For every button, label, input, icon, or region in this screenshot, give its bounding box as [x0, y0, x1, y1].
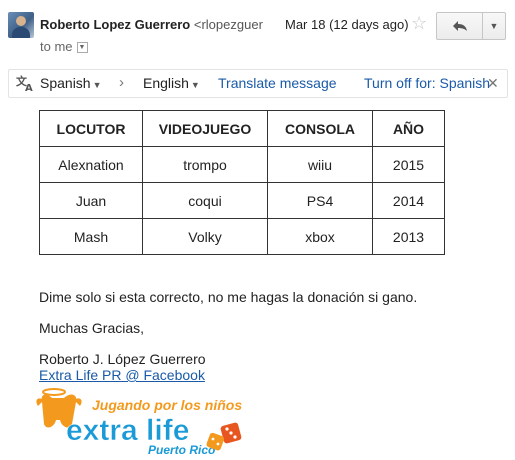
facebook-link[interactable]: Extra Life PR @ Facebook [39, 367, 205, 383]
reply-button[interactable] [437, 13, 483, 39]
recipient-text: to me [40, 39, 73, 54]
svg-text:A: A [25, 83, 33, 92]
table-cell: Mash [39, 218, 143, 255]
table-cell: PS4 [267, 182, 373, 219]
table-header-row: LOCUTOR VIDEOJUEGO CONSOLA AÑO [39, 110, 445, 147]
target-language-select[interactable]: English ▼ [143, 75, 200, 91]
sender-name[interactable]: Roberto Lopez Guerrero [40, 17, 190, 32]
table-cell: Alexnation [39, 146, 143, 183]
table-cell: xbox [267, 218, 373, 255]
star-icon[interactable]: ☆ [411, 13, 427, 33]
reply-button-group: ▼ [436, 12, 506, 40]
avatar[interactable] [8, 12, 34, 38]
translate-message-link[interactable]: Translate message [218, 75, 337, 91]
reply-icon [452, 21, 467, 31]
column-header: CONSOLA [267, 110, 373, 147]
chevron-right-icon: › [119, 74, 124, 91]
table-cell: 2015 [372, 146, 445, 183]
signature-name: Roberto J. López Guerrero [39, 351, 206, 367]
message-line: Dime solo si esta correcto, no me hagas … [39, 289, 418, 305]
close-icon[interactable]: ✕ [487, 75, 499, 92]
message-date: Mar 18 (12 days ago) [285, 17, 409, 32]
table-cell: Juan [39, 182, 143, 219]
avatar-head [16, 16, 26, 26]
column-header: AÑO [372, 110, 445, 147]
table-cell: Volky [142, 218, 268, 255]
message-line: Muchas Gracias, [39, 320, 145, 336]
table-cell: 2013 [372, 218, 445, 255]
table-row: Mash Volky xbox 2013 [39, 218, 445, 255]
logo-region: Puerto Rico [148, 443, 215, 457]
chevron-down-icon: ▼ [489, 21, 499, 31]
translate-icon: 文 A [15, 74, 35, 95]
avatar-body [12, 27, 30, 38]
target-language-label: English [143, 75, 189, 91]
table-row: Juan coqui PS4 2014 [39, 182, 445, 219]
recipient-details-toggle[interactable]: ▼ [76, 42, 88, 54]
column-header: LOCUTOR [39, 110, 143, 147]
more-button[interactable]: ▼ [483, 13, 505, 39]
table-row: Alexnation trompo wiiu 2015 [39, 146, 445, 183]
translate-bar: 文 A Spanish ▼ › English ▼ Translate messag… [8, 69, 508, 98]
table-cell: 2014 [372, 182, 445, 219]
extra-life-logo[interactable]: Jugando por los niños extra life Puerto … [36, 384, 246, 458]
table-cell: trompo [142, 146, 268, 183]
caret-down-icon: ▼ [190, 80, 200, 90]
recipient-line: to me ▼ [40, 39, 88, 54]
dice-icon [206, 422, 242, 451]
table-cell: coqui [142, 182, 268, 219]
source-language-label: Spanish [40, 75, 91, 91]
sender-line: Roberto Lopez Guerrero <rlopezguer [40, 17, 263, 32]
table-cell: wiiu [267, 146, 373, 183]
column-header: VIDEOJUEGO [142, 110, 268, 147]
turn-off-translation-link[interactable]: Turn off for: Spanish [364, 75, 490, 91]
caret-down-icon: ▼ [92, 80, 102, 90]
source-language-select[interactable]: Spanish ▼ [40, 75, 102, 91]
sender-email: <rlopezguer [193, 17, 263, 32]
game-table: LOCUTOR VIDEOJUEGO CONSOLA AÑO Alexnatio… [39, 110, 445, 255]
logo-tagline: Jugando por los niños [92, 397, 242, 413]
